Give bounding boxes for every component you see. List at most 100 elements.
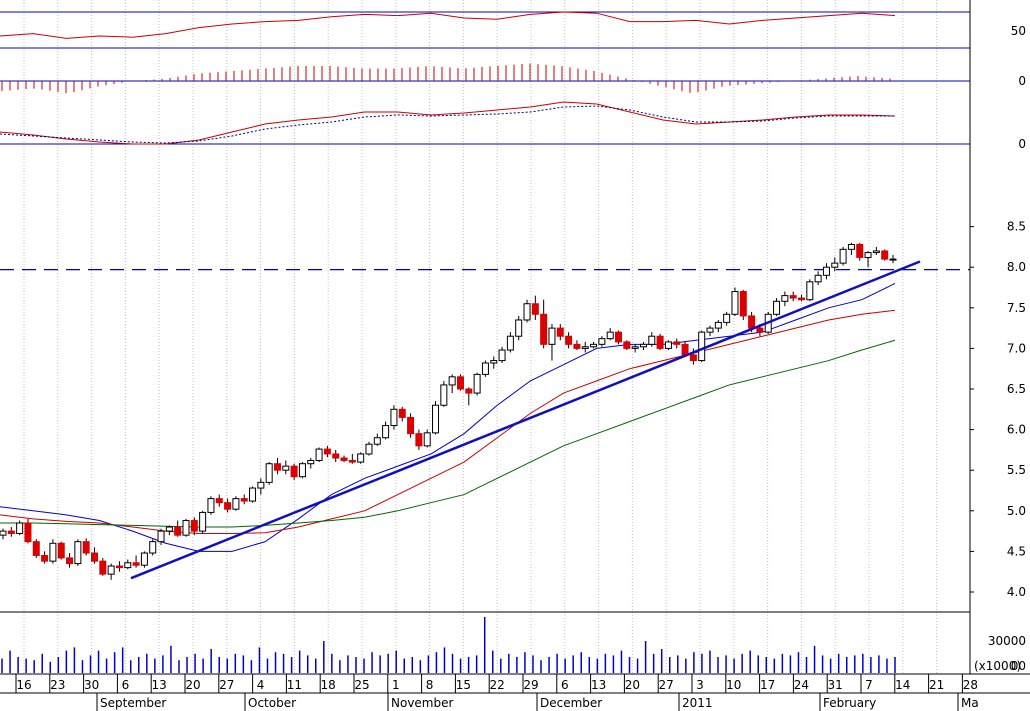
candle-body: [798, 297, 806, 301]
rsi-panel: [0, 11, 970, 49]
candle-body: [556, 327, 564, 337]
candle-body: [448, 376, 456, 386]
day-label: 17: [760, 678, 775, 692]
candle-body: [847, 243, 855, 250]
candle-body: [723, 313, 731, 323]
candle-body: [523, 303, 531, 321]
candle-body: [107, 565, 115, 575]
candle-body: [506, 335, 514, 351]
candle-body: [490, 360, 498, 364]
day-label: 21: [929, 678, 944, 692]
candle-body: [207, 498, 215, 513]
candle-body: [340, 457, 348, 461]
day-label: 7: [865, 678, 873, 692]
candle-body: [382, 425, 390, 439]
candle-body: [606, 331, 614, 340]
candle-body: [789, 295, 797, 299]
candle-body: [273, 463, 281, 471]
price-tick-label: 7.5: [1007, 301, 1026, 315]
candle-body: [465, 388, 473, 394]
candle-body: [456, 376, 464, 390]
candle-body: [598, 338, 606, 345]
candle-body: [548, 327, 556, 345]
candle-body: [140, 552, 148, 566]
candle-body: [698, 331, 706, 362]
day-label: 25: [354, 678, 369, 692]
candle-body: [16, 522, 24, 535]
price-tick-label: 4.0: [1007, 585, 1026, 599]
candle-body: [739, 291, 747, 317]
rsi-line: [0, 11, 896, 39]
volume-bottom-label: 00: [1011, 659, 1026, 673]
month-label: December: [540, 696, 602, 710]
day-label: 23: [50, 678, 65, 692]
day-label: 4: [257, 678, 265, 692]
candle-body: [639, 343, 647, 348]
candle-body: [398, 408, 406, 418]
candle-body: [149, 541, 157, 554]
candle-body: [565, 335, 573, 345]
month-label: Ma: [961, 696, 979, 710]
candle-body: [199, 511, 207, 532]
ma-short-line: [0, 282, 896, 552]
day-label: 11: [287, 678, 302, 692]
volume-tick-label: 30000: [988, 634, 1026, 648]
candle-body: [0, 530, 7, 536]
price-tick-label: 8.5: [1007, 220, 1026, 234]
candle-body: [781, 295, 789, 302]
candle-body: [615, 331, 623, 343]
candle-body: [631, 346, 639, 349]
price-tick-label: 5.0: [1007, 504, 1026, 518]
candle-body: [432, 404, 440, 434]
candle-body: [115, 565, 123, 569]
candle-body: [731, 291, 739, 315]
candle-body: [481, 362, 489, 375]
candle-body: [881, 250, 889, 260]
candle-body: [623, 341, 631, 349]
price-tick-label: 8.0: [1007, 260, 1026, 274]
candle-body: [24, 522, 32, 543]
candle-body: [498, 349, 506, 362]
day-label: 22: [490, 678, 505, 692]
candle-body: [515, 319, 523, 337]
candle-body: [831, 262, 839, 268]
candle-body: [74, 541, 82, 565]
candle-body: [540, 313, 548, 345]
candle-body: [856, 243, 864, 258]
macd-tick-label: 0: [1018, 137, 1026, 151]
candle-body: [99, 560, 107, 575]
candle-body: [365, 443, 373, 455]
month-label: February: [823, 696, 876, 710]
candle-body: [681, 343, 689, 356]
candle-body: [32, 541, 40, 556]
day-label: 29: [523, 678, 538, 692]
candle-body: [165, 526, 173, 532]
price-panel: [0, 242, 970, 580]
candle-body: [648, 335, 656, 345]
day-label: 28: [963, 678, 978, 692]
price-tick-label: 4.5: [1007, 544, 1026, 558]
candle-body: [756, 327, 764, 333]
day-label: 3: [696, 678, 704, 692]
volume-panel: [1, 617, 896, 673]
month-label: 2011: [682, 696, 713, 710]
y-axis-labels: 50008.58.07.57.06.56.05.55.04.54.030000(…: [970, 24, 1026, 673]
day-label: 18: [321, 678, 336, 692]
candle-body: [124, 562, 132, 569]
day-label: 27: [659, 678, 674, 692]
candle-body: [240, 498, 248, 502]
candle-body: [57, 542, 65, 559]
day-label: 13: [152, 678, 167, 692]
candle-body: [224, 502, 232, 510]
candle-body: [407, 416, 415, 435]
candle-body: [531, 303, 539, 315]
day-label: 16: [16, 678, 31, 692]
candle-body: [872, 250, 880, 254]
price-tick-label: 6.0: [1007, 423, 1026, 437]
day-label: 15: [456, 678, 471, 692]
candle-body: [232, 498, 240, 510]
month-label: October: [248, 696, 296, 710]
candle-body: [7, 530, 15, 535]
candle-body: [257, 481, 265, 489]
candle-body: [265, 463, 273, 483]
